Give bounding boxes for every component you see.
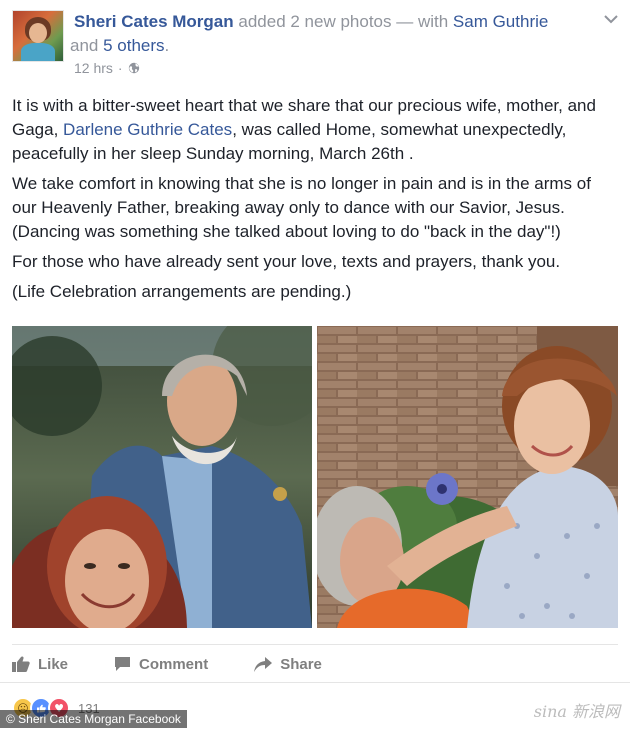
chevron-down-icon[interactable] bbox=[604, 14, 618, 24]
like-icon bbox=[12, 656, 30, 672]
avatar[interactable] bbox=[12, 10, 64, 62]
share-label: Share bbox=[280, 655, 322, 673]
comment-icon bbox=[115, 657, 131, 671]
photo-couple[interactable] bbox=[12, 326, 312, 628]
photo-women[interactable] bbox=[317, 326, 618, 628]
and-text: and bbox=[70, 36, 104, 55]
paragraph-3: For those who have already sent your lov… bbox=[12, 252, 561, 271]
others-link[interactable]: 5 others bbox=[103, 36, 164, 55]
post-header: Sheri Cates Morgan added 2 new photos — … bbox=[12, 8, 572, 84]
post-header-text: Sheri Cates Morgan added 2 new photos — … bbox=[70, 10, 574, 58]
period: . bbox=[164, 36, 170, 55]
facebook-post: Sheri Cates Morgan added 2 new photos — … bbox=[0, 0, 630, 729]
post-meta: 12 hrs · bbox=[74, 60, 140, 76]
meta-separator: · bbox=[117, 60, 123, 76]
author-name-link[interactable]: Sheri Cates Morgan bbox=[74, 12, 234, 31]
paragraph-4: (Life Celebration arrangements are pendi… bbox=[12, 282, 352, 301]
darlene-link[interactable]: Darlene Guthrie Cates bbox=[63, 120, 232, 139]
tagged-person-link[interactable]: Sam Guthrie bbox=[453, 12, 548, 31]
timestamp[interactable]: 12 hrs bbox=[74, 60, 113, 76]
like-button[interactable]: Like bbox=[12, 656, 68, 673]
post-actions: Like Comment Share bbox=[12, 644, 618, 683]
comment-button[interactable]: Comment bbox=[114, 656, 208, 673]
paragraph-2: We take comfort in knowing that she is n… bbox=[12, 174, 591, 241]
paragraph-1: It is with a bitter-sweet heart that we … bbox=[12, 94, 618, 166]
action-text: added 2 new photos — with bbox=[233, 12, 453, 31]
like-label: Like bbox=[38, 655, 69, 673]
photo-grid bbox=[12, 326, 618, 628]
image-credit-caption: © Sheri Cates Morgan Facebook bbox=[0, 710, 187, 728]
share-button[interactable]: Share bbox=[254, 656, 322, 673]
watermark: sina 新浪网 bbox=[533, 702, 620, 721]
globe-icon[interactable] bbox=[128, 62, 140, 74]
share-icon bbox=[254, 656, 273, 672]
post-body: It is with a bitter-sweet heart that we … bbox=[12, 94, 618, 310]
comment-label: Comment bbox=[139, 655, 209, 673]
